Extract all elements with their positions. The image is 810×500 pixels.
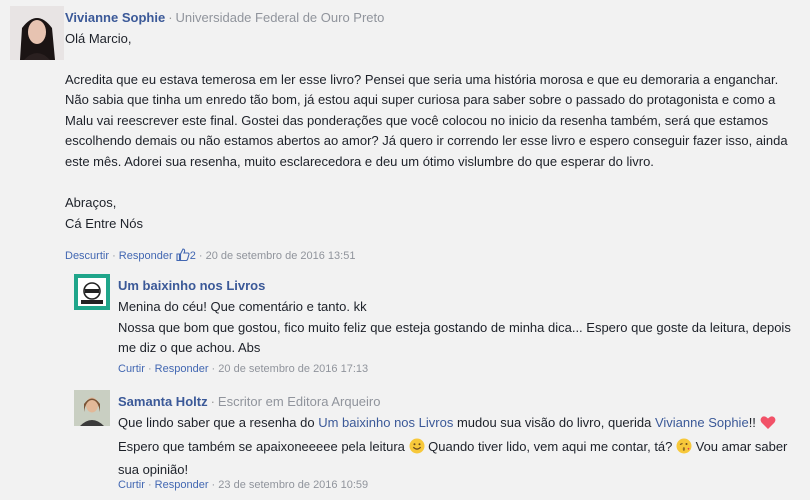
- reply-link[interactable]: Responder: [155, 363, 209, 375]
- comment-greeting: Olá Marcio,: [65, 31, 132, 46]
- comment-signoff: Abraços,: [65, 195, 117, 210]
- unlike-link[interactable]: Descurtir: [65, 250, 109, 262]
- mention-vivianne[interactable]: Vivianne Sophie: [655, 415, 749, 430]
- reply-line-2: Nossa que bom que gostou, fico muito fel…: [118, 319, 791, 356]
- text-segment: Espero que também se apaixoneeeee pela l…: [118, 438, 409, 454]
- author-name[interactable]: Um baixinho nos Livros: [118, 278, 265, 293]
- smile-emoji-icon: [409, 438, 425, 461]
- comment-body: Menina do céu! Que comentário e tanto. k…: [118, 297, 798, 359]
- reply-samanta: Samanta Holtz · Escritor em Editora Arquei…: [74, 390, 800, 496]
- author-name[interactable]: Samanta Holtz: [118, 394, 208, 409]
- reply-link[interactable]: Responder: [155, 479, 209, 491]
- comment-actions: Curtir · Responder · 23 de setembro de 2…: [118, 479, 369, 491]
- comment-header: Vivianne Sophie · Universidade Federal de …: [65, 10, 384, 25]
- reply-text: Que lindo saber que a resenha do Um baix…: [118, 413, 798, 481]
- reply-line-1: Menina do céu! Que comentário e tanto. k…: [118, 299, 367, 314]
- comment-paragraph: Acredita que eu estava temerosa em ler e…: [65, 71, 788, 169]
- comment-actions: Curtir · Responder · 20 de setembro de 2…: [118, 363, 369, 375]
- comment-header: Um baixinho nos Livros: [118, 278, 265, 293]
- comment-actions: Descurtir · Responder 2 · 20 de setembro…: [65, 248, 356, 264]
- heart-emoji-icon: [760, 415, 776, 437]
- like-link[interactable]: Curtir: [118, 479, 145, 491]
- reply-link[interactable]: Responder: [119, 250, 173, 262]
- separator-dot: ·: [168, 10, 173, 25]
- text-segment: mudou sua visão do livro, querida: [453, 415, 655, 430]
- text-segment: !!: [748, 415, 760, 430]
- like-link[interactable]: Curtir: [118, 363, 145, 375]
- text-segment: Que lindo saber que a resenha do: [118, 415, 319, 430]
- reply-baixinho: Um baixinho nos Livros Menina do céu! Qu…: [74, 274, 800, 378]
- author-affiliation: Universidade Federal de Ouro Preto: [175, 10, 385, 25]
- comment-body: Olá Marcio, Acredita que eu estava temer…: [65, 29, 800, 234]
- mention-um-baixinho[interactable]: Um baixinho nos Livros: [318, 415, 453, 430]
- avatar[interactable]: [74, 390, 110, 426]
- text-segment: Quando tiver lido, vem aqui me contar, t…: [424, 438, 676, 454]
- author-name[interactable]: Vivianne Sophie: [65, 10, 165, 25]
- comment-body: Que lindo saber que a resenha do Um baix…: [118, 413, 798, 481]
- comment-vivianne: Vivianne Sophie · Universidade Federal de …: [10, 6, 800, 266]
- comment-header: Samanta Holtz · Escritor em Editora Arquei…: [118, 394, 381, 409]
- avatar[interactable]: [10, 6, 64, 60]
- kiss-emoji-icon: [676, 438, 692, 461]
- author-affiliation: Escritor em Editora Arqueiro: [217, 394, 381, 409]
- comment-signature: Cá Entre Nós: [65, 215, 144, 231]
- comment-date[interactable]: 20 de setembro de 2016 17:13: [218, 363, 368, 375]
- avatar[interactable]: [74, 274, 110, 310]
- comment-date[interactable]: 23 de setembro de 2016 10:59: [218, 479, 368, 491]
- thumbs-up-icon[interactable]: [176, 248, 190, 264]
- like-count[interactable]: 2: [190, 250, 196, 262]
- comment-date[interactable]: 20 de setembro de 2016 13:51: [206, 250, 356, 262]
- separator-dot: ·: [210, 394, 215, 409]
